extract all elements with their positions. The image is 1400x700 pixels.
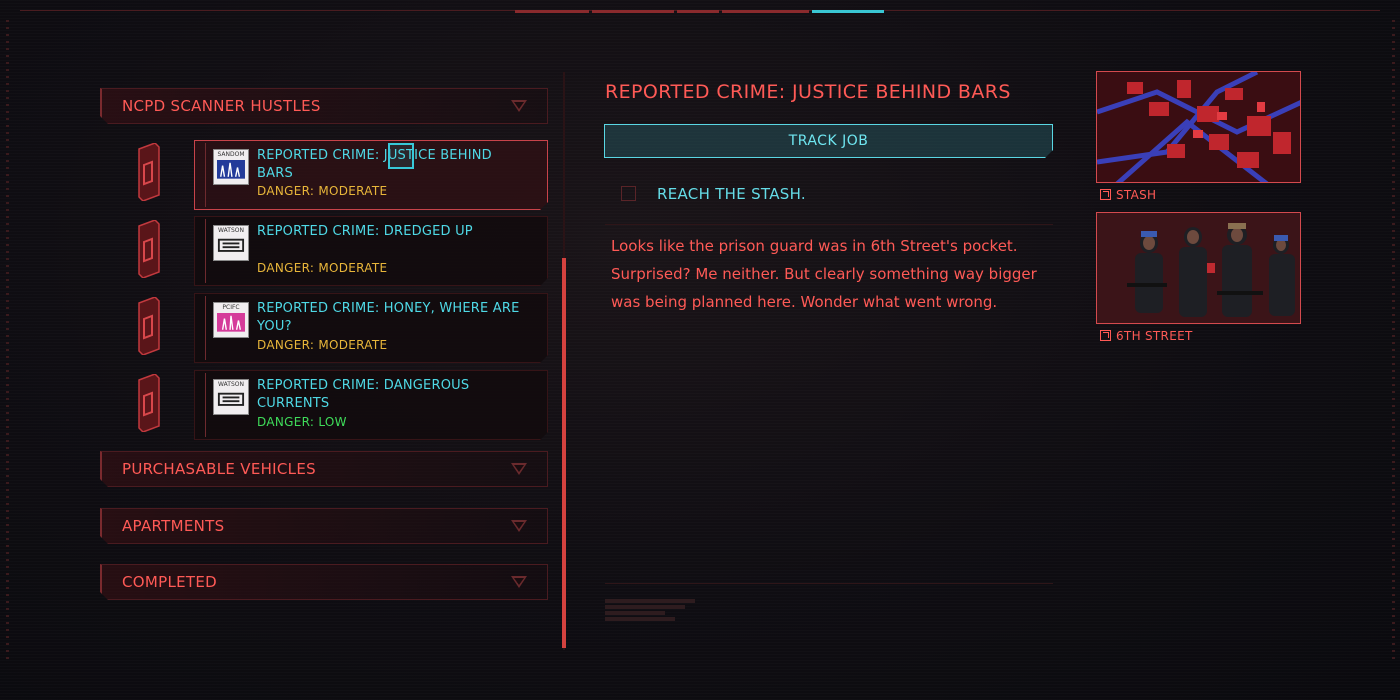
top-tab-3[interactable] (677, 10, 719, 13)
entry-accent (205, 373, 206, 437)
map-graphic (1097, 72, 1300, 182)
stash-map-image[interactable] (1096, 71, 1301, 183)
journal-screen: NCPD SCANNER HUSTLES SANDOM REPORTED CRI… (0, 0, 1400, 700)
sixth-street-link[interactable]: 6TH STREET (1100, 329, 1193, 343)
top-tab-1[interactable] (515, 10, 589, 13)
district-art (217, 390, 245, 409)
gig-icon (138, 297, 160, 355)
external-link-icon (1100, 330, 1111, 341)
job-entry-honey-where-are-you[interactable]: PCIFC REPORTED CRIME: HONEY, WHERE ARE Y… (194, 293, 548, 363)
danger-level: DANGER: LOW (257, 415, 347, 429)
stash-label: STASH (1116, 188, 1157, 202)
category-completed[interactable]: COMPLETED (100, 564, 548, 600)
category-apartments[interactable]: APARTMENTS (100, 508, 548, 544)
danger-level: DANGER: MODERATE (257, 338, 388, 352)
job-description: Looks like the prison guard was in 6th S… (611, 237, 1037, 311)
category-label: NCPD SCANNER HUSTLES (122, 97, 321, 115)
right-edge-decoration (1392, 20, 1395, 660)
top-tab-2[interactable] (592, 10, 674, 13)
district-name: WATSON (218, 227, 244, 234)
job-entry-justice-behind-bars[interactable]: SANDOM REPORTED CRIME: JUSTICE BEHIND BA… (194, 140, 548, 210)
gig-icon (138, 220, 160, 278)
sixth-street-image[interactable] (1096, 212, 1301, 324)
objective-checkbox-icon (621, 186, 636, 201)
objective-text: REACH THE STASH. (657, 185, 806, 203)
top-tab-journal-active[interactable] (812, 10, 884, 13)
district-name: SANDOM (217, 151, 245, 158)
entry-accent (205, 296, 206, 360)
entry-accent (205, 219, 206, 283)
district-art (217, 313, 245, 332)
district-thumbnail: SANDOM (213, 149, 249, 185)
district-thumbnail: WATSON (213, 379, 249, 415)
top-tab-4[interactable] (722, 10, 809, 13)
chevron-down-icon (511, 100, 527, 112)
job-title: REPORTED CRIME: DANGEROUS CURRENTS (257, 378, 470, 411)
job-title: REPORTED CRIME: DREDGED UP (257, 224, 473, 239)
category-purchasable-vehicles[interactable]: PURCHASABLE VEHICLES (100, 451, 548, 487)
district-art (217, 160, 245, 179)
divider (605, 224, 1053, 225)
gang-graphic (1097, 213, 1300, 323)
sixth-street-label: 6TH STREET (1116, 329, 1193, 343)
scrollbar-thumb[interactable] (562, 258, 566, 648)
district-name: PCIFC (222, 304, 240, 311)
job-detail-title: REPORTED CRIME: JUSTICE BEHIND BARS (605, 81, 1011, 103)
entry-accent (205, 143, 206, 207)
category-ncpd-scanner-hustles[interactable]: NCPD SCANNER HUSTLES (100, 88, 548, 124)
gig-icon (138, 143, 160, 201)
job-entry-dredged-up[interactable]: WATSON REPORTED CRIME: DREDGED UP DANGER… (194, 216, 548, 286)
district-art (217, 236, 245, 255)
danger-level: DANGER: MODERATE (257, 184, 388, 198)
category-label: COMPLETED (122, 573, 217, 591)
divider (605, 583, 1053, 584)
district-thumbnail: PCIFC (213, 302, 249, 338)
category-label: APARTMENTS (122, 517, 225, 535)
chevron-down-icon (511, 463, 527, 475)
external-link-icon (1100, 189, 1111, 200)
category-label: PURCHASABLE VEHICLES (122, 460, 316, 478)
job-title: REPORTED CRIME: HONEY, WHERE ARE YOU? (257, 301, 520, 334)
gig-icon (138, 374, 160, 432)
binary-decoration: ​ (1358, 46, 1388, 53)
job-entry-dangerous-currents[interactable]: WATSON REPORTED CRIME: DANGEROUS CURRENT… (194, 370, 548, 440)
meta-decoration (605, 597, 725, 623)
chevron-down-icon (511, 576, 527, 588)
left-edge-decoration (6, 20, 9, 660)
chevron-down-icon (511, 520, 527, 532)
district-thumbnail: WATSON (213, 225, 249, 261)
district-name: WATSON (218, 381, 244, 388)
selection-cursor (388, 143, 414, 169)
track-job-label: TRACK JOB (788, 133, 869, 149)
stash-link[interactable]: STASH (1100, 188, 1156, 202)
track-job-button[interactable]: TRACK JOB (604, 124, 1053, 158)
danger-level: DANGER: MODERATE (257, 261, 388, 275)
